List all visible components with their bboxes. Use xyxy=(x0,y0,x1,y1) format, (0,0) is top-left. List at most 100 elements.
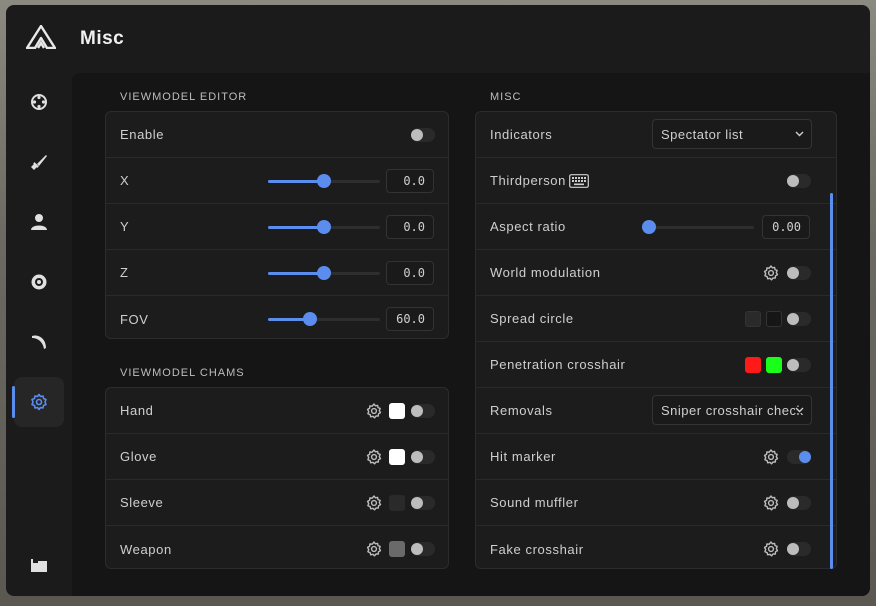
world-modulation-gear-icon[interactable] xyxy=(763,265,779,281)
penetration-crosshair-row: Penetration crosshair xyxy=(476,342,836,388)
hit-marker-row: Hit marker xyxy=(476,434,836,480)
y-value[interactable]: 0.0 xyxy=(386,215,434,239)
y-slider[interactable] xyxy=(268,220,380,234)
sidebar-item-skins[interactable] xyxy=(14,317,64,367)
x-slider[interactable] xyxy=(268,174,380,188)
spread-circle-row: Spread circle xyxy=(476,296,836,342)
x-value[interactable]: 0.0 xyxy=(386,169,434,193)
eye-icon xyxy=(31,274,47,290)
viewmodel-editor-title: VIEWMODEL EDITOR xyxy=(120,91,248,103)
chevron-down-icon xyxy=(795,407,804,413)
penetration-color1-swatch[interactable] xyxy=(745,357,761,373)
removals-label: Removals xyxy=(490,403,553,418)
chams-row-glove: Glove xyxy=(106,434,448,480)
sleeve-label: Sleeve xyxy=(120,495,164,510)
hand-color-swatch[interactable] xyxy=(389,403,405,419)
sidebar-item-configs[interactable] xyxy=(14,540,64,590)
fov-value[interactable]: 60.0 xyxy=(386,307,434,331)
viewmodel-chams-panel: Hand Glove Sleeve Weapon xyxy=(105,387,449,569)
chams-row-hand: Hand xyxy=(106,388,448,434)
slider-row-z: Z 0.0 xyxy=(106,250,448,296)
sidebar-item-ragebot[interactable] xyxy=(14,77,64,127)
fake-crosshair-gear-icon[interactable] xyxy=(763,541,779,557)
y-label: Y xyxy=(120,219,130,234)
thirdperson-toggle[interactable] xyxy=(787,174,811,188)
spread-circle-toggle[interactable] xyxy=(787,312,811,326)
z-slider[interactable] xyxy=(268,266,380,280)
hit-marker-label: Hit marker xyxy=(490,449,556,464)
penetration-crosshair-label: Penetration crosshair xyxy=(490,357,626,372)
viewmodel-editor-panel: Enable X 0.0 Y 0.0 Z 0.0 FOV 60.0 xyxy=(105,111,449,339)
chevron-down-icon xyxy=(795,131,804,137)
user-icon xyxy=(31,214,47,230)
crosshair-icon xyxy=(31,94,47,110)
keyboard-icon[interactable] xyxy=(569,174,589,188)
page-title: Misc xyxy=(80,28,125,49)
weapon-color-swatch[interactable] xyxy=(389,541,405,557)
glove-color-swatch[interactable] xyxy=(389,449,405,465)
glove-settings-gear-icon[interactable] xyxy=(366,449,382,465)
penetration-color2-swatch[interactable] xyxy=(766,357,782,373)
aspect-ratio-slider[interactable] xyxy=(642,220,754,234)
spread-circle-label: Spread circle xyxy=(490,311,574,326)
removals-row: Removals Sniper crosshair check xyxy=(476,388,836,434)
hand-toggle[interactable] xyxy=(411,404,435,418)
indicators-value: Spectator list xyxy=(661,126,744,142)
enable-row: Enable xyxy=(106,112,448,158)
glove-toggle[interactable] xyxy=(411,450,435,464)
sound-muffler-toggle[interactable] xyxy=(787,496,811,510)
sidebar-item-visuals[interactable] xyxy=(14,257,64,307)
z-value[interactable]: 0.0 xyxy=(386,261,434,285)
aspect-ratio-value[interactable]: 0.00 xyxy=(762,215,810,239)
chams-row-weapon: Weapon xyxy=(106,526,448,568)
hit-marker-gear-icon[interactable] xyxy=(763,449,779,465)
slider-row-y: Y 0.0 xyxy=(106,204,448,250)
hand-settings-gear-icon[interactable] xyxy=(366,403,382,419)
sound-muffler-row: Sound muffler xyxy=(476,480,836,526)
sound-muffler-gear-icon[interactable] xyxy=(763,495,779,511)
gear-icon xyxy=(31,393,47,411)
sound-muffler-label: Sound muffler xyxy=(490,495,579,510)
logo-icon xyxy=(26,25,56,49)
aspect-ratio-label: Aspect ratio xyxy=(490,219,566,234)
weapon-settings-gear-icon[interactable] xyxy=(366,541,382,557)
misc-scrollbar[interactable] xyxy=(830,193,833,569)
misc-title: MISC xyxy=(490,91,522,103)
sword-icon xyxy=(32,335,46,349)
knife-icon xyxy=(31,155,47,170)
z-label: Z xyxy=(120,265,129,280)
sleeve-color-swatch[interactable] xyxy=(389,495,405,511)
fake-crosshair-row: Fake crosshair xyxy=(476,526,836,568)
fov-label: FOV xyxy=(120,311,149,327)
weapon-label: Weapon xyxy=(120,541,172,557)
enable-toggle[interactable] xyxy=(411,128,435,142)
sleeve-toggle[interactable] xyxy=(411,496,435,510)
indicators-dropdown[interactable]: Spectator list xyxy=(652,119,812,149)
world-modulation-row: World modulation xyxy=(476,250,836,296)
hit-marker-toggle[interactable] xyxy=(787,450,811,464)
removals-dropdown[interactable]: Sniper crosshair check xyxy=(652,395,812,425)
penetration-crosshair-toggle[interactable] xyxy=(787,358,811,372)
weapon-toggle[interactable] xyxy=(411,542,435,556)
slider-row-fov: FOV 60.0 xyxy=(106,296,448,338)
sleeve-settings-gear-icon[interactable] xyxy=(366,495,382,511)
indicators-label: Indicators xyxy=(490,127,553,142)
viewmodel-chams-title: VIEWMODEL CHAMS xyxy=(120,367,245,379)
world-modulation-label: World modulation xyxy=(490,265,601,280)
chams-row-sleeve: Sleeve xyxy=(106,480,448,526)
fov-slider[interactable] xyxy=(268,312,380,326)
sidebar-item-players[interactable] xyxy=(14,197,64,247)
removals-value: Sniper crosshair check xyxy=(661,402,804,418)
thirdperson-label: Thirdperson xyxy=(490,173,566,188)
titlebar: Misc xyxy=(6,5,870,73)
fake-crosshair-toggle[interactable] xyxy=(787,542,811,556)
sidebar-item-legitbot[interactable] xyxy=(14,137,64,187)
world-modulation-toggle[interactable] xyxy=(787,266,811,280)
sidebar xyxy=(6,73,72,596)
sidebar-item-misc[interactable] xyxy=(12,377,64,427)
thirdperson-row: Thirdperson xyxy=(476,158,836,204)
x-label: X xyxy=(120,173,130,188)
spread-circle-color2-swatch[interactable] xyxy=(766,311,782,327)
hand-label: Hand xyxy=(120,403,154,418)
spread-circle-color1-swatch[interactable] xyxy=(745,311,761,327)
